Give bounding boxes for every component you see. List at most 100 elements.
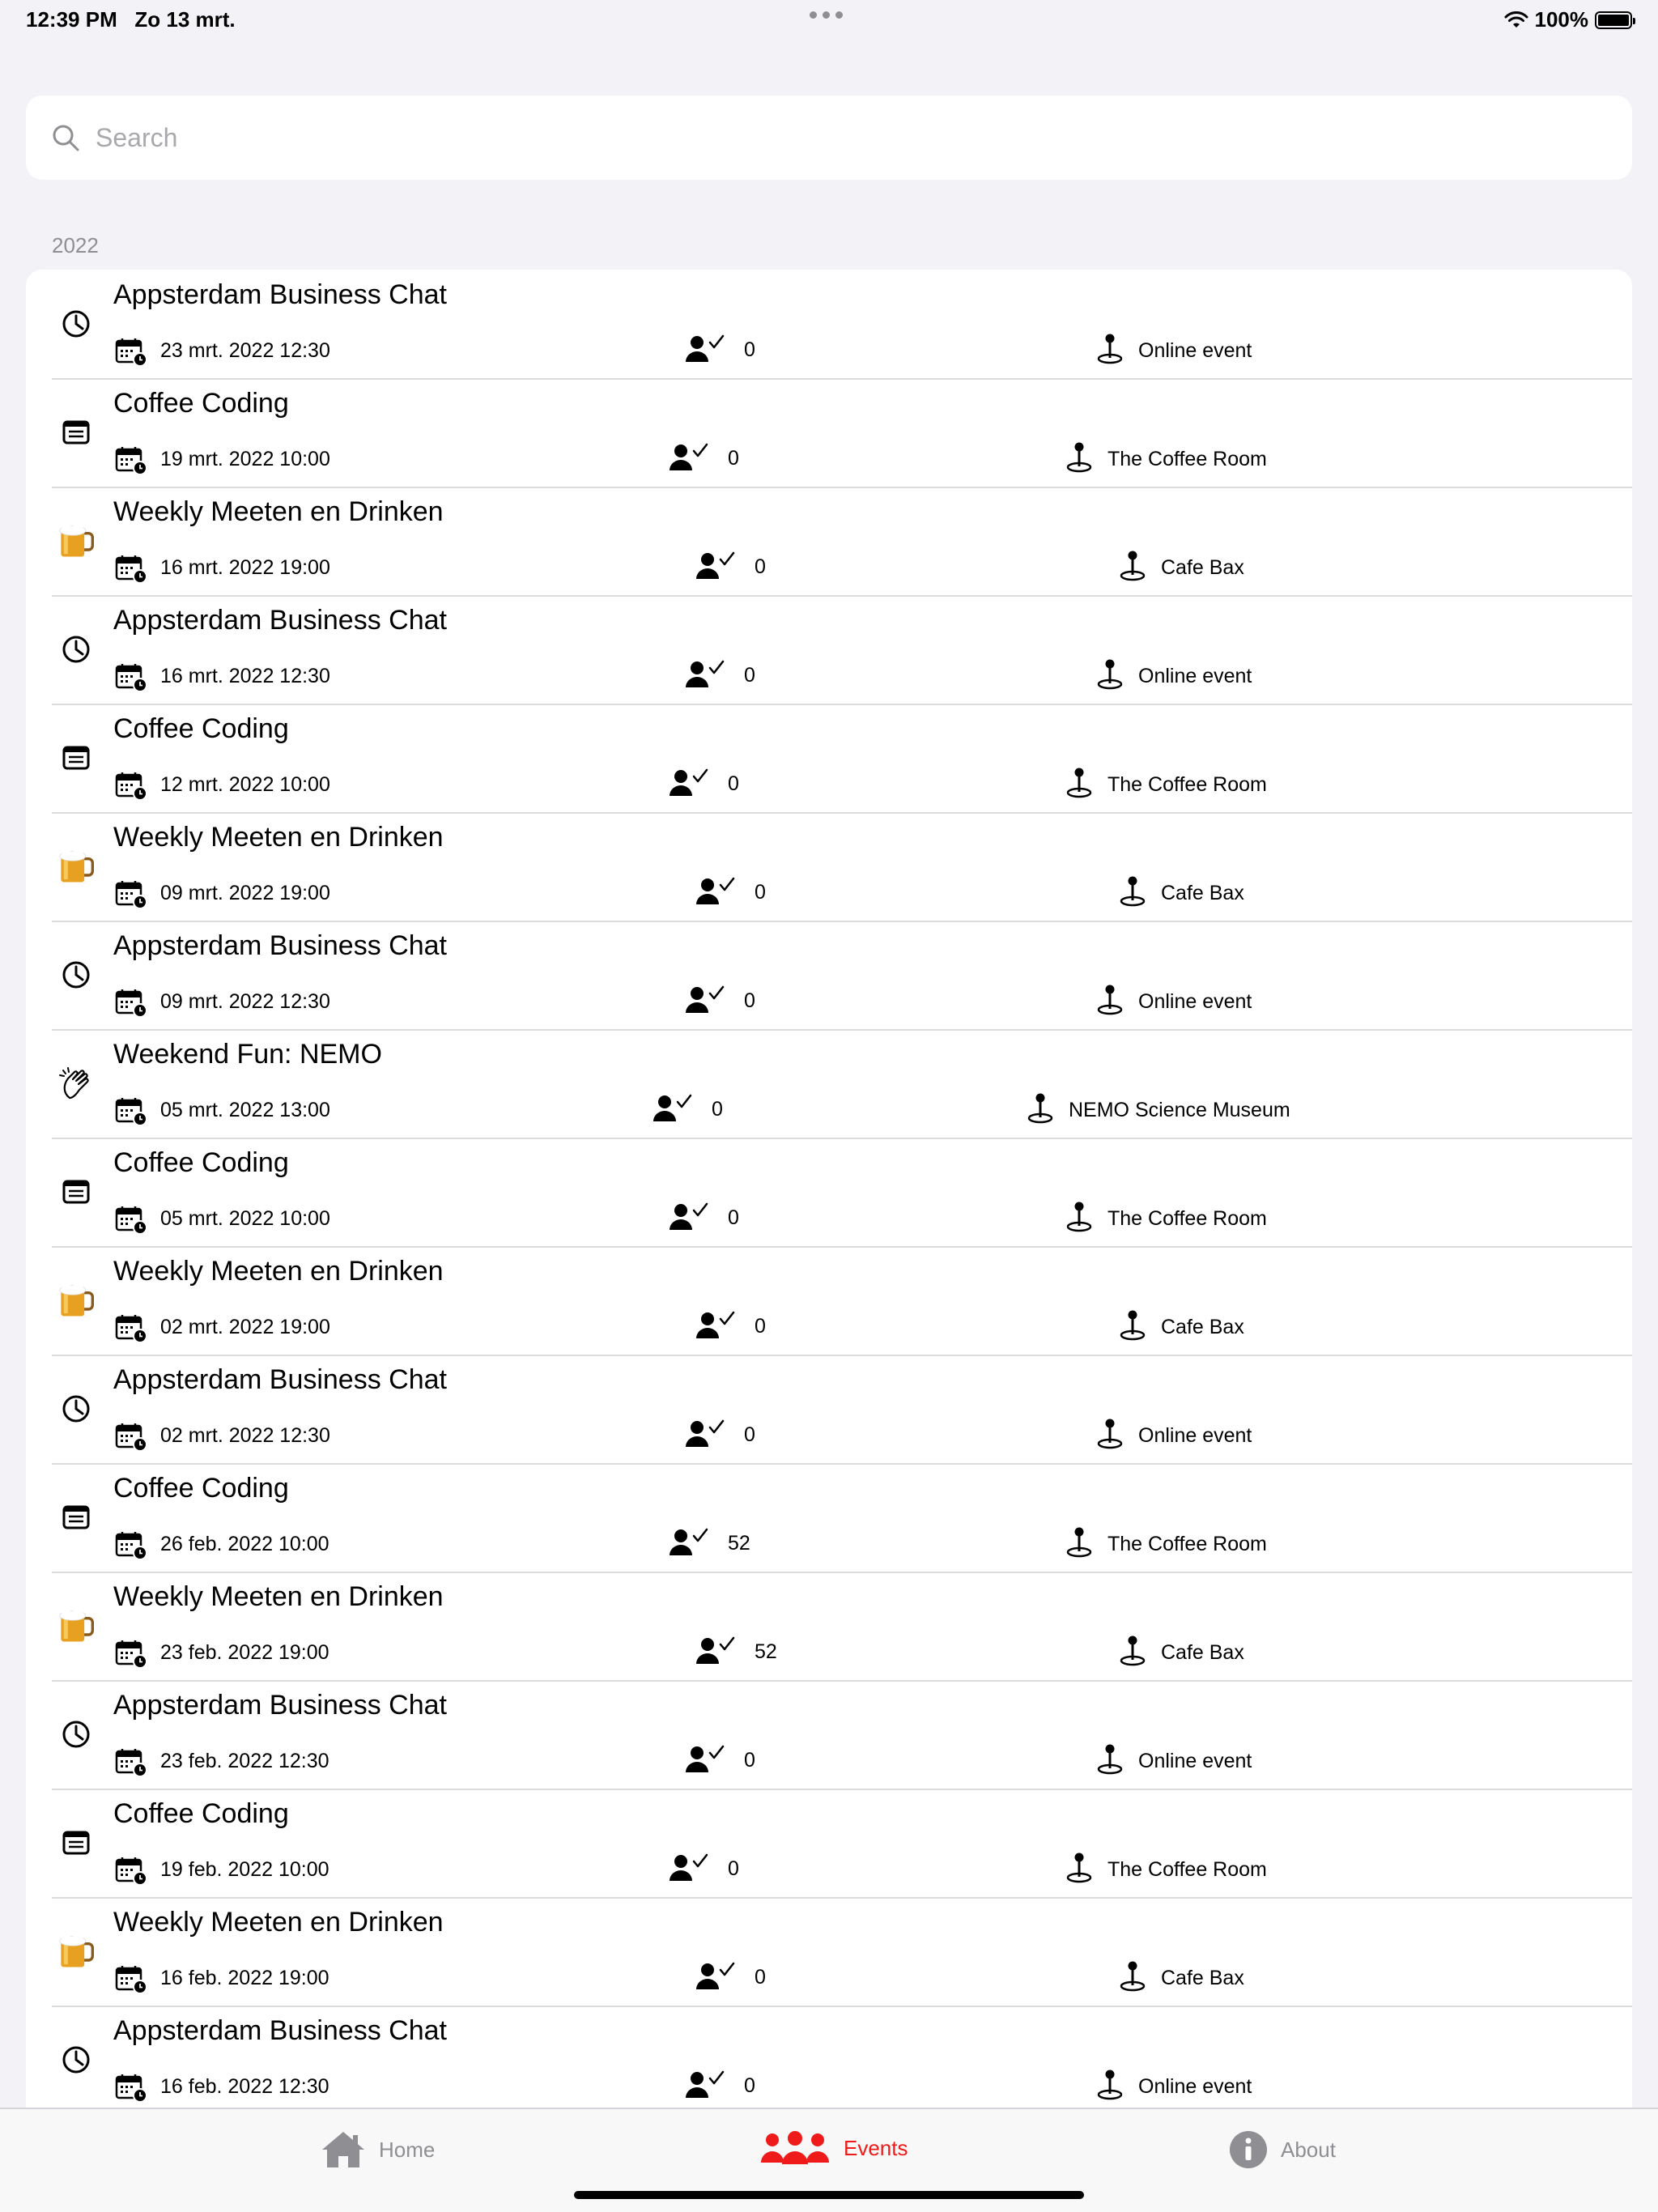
event-row[interactable]: Coffee Coding 12 mrt. 2022 10:00 0 The Coff… (26, 704, 1632, 812)
map-pin-icon (1065, 767, 1093, 803)
event-row[interactable]: Coffee Coding 19 mrt. 2022 10:00 0 The Coff… (26, 378, 1632, 487)
location-name: Online event (1138, 990, 1252, 1013)
clock-icon (58, 1716, 94, 1752)
event-title: Coffee Coding (113, 713, 289, 744)
event-row[interactable]: Weekly Meeten en Drinken 16 feb. 2022 19:… (26, 1897, 1632, 2006)
person-check-icon (653, 1094, 692, 1125)
map-pin-icon (1096, 1743, 1124, 1780)
attendees: 0 (696, 551, 766, 583)
attendees: 0 (686, 1745, 755, 1776)
event-date: 02 mrt. 2022 19:00 (160, 1316, 330, 1338)
map-pin-icon (1065, 1201, 1093, 1237)
location: The Coffee Room (1065, 767, 1267, 803)
search-input[interactable] (94, 121, 1554, 154)
event-row[interactable]: Weekly Meeten en Drinken 02 mrt. 2022 19:… (26, 1246, 1632, 1355)
map-pin-icon (1119, 1635, 1146, 1671)
map-pin-icon (1096, 984, 1124, 1020)
attendees: 52 (696, 1636, 777, 1668)
person-check-icon (686, 1419, 725, 1451)
person-check-icon (670, 443, 708, 474)
event-row[interactable]: Weekly Meeten en Drinken 16 mrt. 2022 19:… (26, 487, 1632, 595)
info-icon (1230, 2131, 1267, 2168)
tab-about-label: About (1281, 2137, 1336, 2162)
attendees: 0 (686, 2070, 755, 2102)
person-check-icon (686, 334, 725, 366)
event-date: 19 feb. 2022 10:00 (160, 1858, 329, 1881)
person-check-icon (670, 1528, 708, 1559)
battery-percentage: 100% (1534, 7, 1589, 32)
event-row[interactable]: Weekend Fun: NEMO 05 mrt. 2022 13:00 0 NEMO… (26, 1029, 1632, 1138)
search-bar[interactable] (26, 96, 1632, 180)
event-title: Coffee Coding (113, 1473, 289, 1504)
person-check-icon (696, 1311, 735, 1342)
attendees: 0 (686, 985, 755, 1017)
event-row[interactable]: Weekly Meeten en Drinken 23 feb. 2022 19:… (26, 1572, 1632, 1680)
event-date: 16 feb. 2022 19:00 (160, 1967, 329, 1989)
event-row[interactable]: Appsterdam Business Chat 02 mrt. 2022 12:… (26, 1355, 1632, 1463)
event-title: Appsterdam Business Chat (113, 930, 447, 961)
map-pin-icon (1096, 2069, 1124, 2105)
event-row[interactable]: Appsterdam Business Chat 09 mrt. 2022 12:… (26, 921, 1632, 1029)
location-name: Cafe Bax (1161, 1316, 1244, 1338)
calendar-clock-icon (115, 2074, 147, 2103)
tab-home[interactable]: Home (321, 2130, 435, 2169)
tab-events-label: Events (844, 2135, 908, 2160)
person-check-icon (670, 1853, 708, 1885)
calendar-clock-icon (115, 1857, 147, 1886)
attendee-count: 0 (744, 664, 755, 687)
location: Cafe Bax (1119, 1309, 1244, 1346)
event-row[interactable]: Appsterdam Business Chat 16 mrt. 2022 12:… (26, 595, 1632, 704)
clapping-hands-icon (58, 1066, 94, 1101)
event-date: 09 mrt. 2022 19:00 (160, 882, 330, 904)
location: The Coffee Room (1065, 1526, 1267, 1563)
event-date: 19 mrt. 2022 10:00 (160, 448, 330, 470)
event-date: 02 mrt. 2022 12:30 (160, 1424, 330, 1447)
status-indicators: 100% (1504, 7, 1635, 32)
attendee-count: 0 (744, 1749, 755, 1772)
event-row[interactable]: Coffee Coding 19 feb. 2022 10:00 0 The Coff… (26, 1789, 1632, 1897)
battery-icon (1595, 11, 1635, 29)
event-row[interactable]: Coffee Coding 05 mrt. 2022 10:00 0 The Coff… (26, 1138, 1632, 1246)
map-pin-icon (1096, 1418, 1124, 1454)
attendee-count: 0 (712, 1098, 723, 1121)
location: Online event (1096, 333, 1252, 369)
event-date: 05 mrt. 2022 13:00 (160, 1099, 330, 1121)
person-check-icon (686, 1745, 725, 1776)
location-name: The Coffee Room (1107, 1858, 1267, 1881)
calendar-clock-icon (115, 338, 147, 367)
event-title: Weekend Fun: NEMO (113, 1039, 382, 1070)
attendees: 0 (696, 1962, 766, 1993)
attendees: 0 (696, 1311, 766, 1342)
person-check-icon (686, 2070, 725, 2102)
tab-events[interactable]: Events (759, 2130, 908, 2166)
status-date: Zo 13 mrt. (134, 7, 236, 32)
multitasking-dots[interactable] (810, 11, 843, 19)
attendees: 0 (670, 1202, 739, 1234)
event-row[interactable]: Appsterdam Business Chat 16 feb. 2022 12:… (26, 2006, 1632, 2108)
person-check-icon (686, 660, 725, 691)
attendee-count: 0 (728, 1857, 739, 1880)
attendee-count: 0 (744, 338, 755, 361)
event-row[interactable]: Coffee Coding 26 feb. 2022 10:00 52 The Cof… (26, 1463, 1632, 1572)
event-row[interactable]: Appsterdam Business Chat 23 feb. 2022 12:… (26, 1680, 1632, 1789)
beer-mug-icon (58, 1933, 94, 1969)
tab-about[interactable]: About (1229, 2130, 1336, 2169)
attendee-count: 52 (728, 1532, 750, 1555)
event-date: 12 mrt. 2022 10:00 (160, 773, 330, 796)
event-row[interactable]: Appsterdam Business Chat 23 mrt. 2022 12:… (26, 270, 1632, 378)
location-name: Online event (1138, 1424, 1252, 1447)
map-pin-icon (1119, 875, 1146, 912)
location-name: Cafe Bax (1161, 556, 1244, 579)
location: Online event (1096, 984, 1252, 1020)
event-date: 16 feb. 2022 12:30 (160, 2075, 329, 2098)
location: Cafe Bax (1119, 550, 1244, 586)
location-name: The Coffee Room (1107, 448, 1267, 470)
event-row[interactable]: Weekly Meeten en Drinken 09 mrt. 2022 19:… (26, 812, 1632, 921)
event-date: 16 mrt. 2022 12:30 (160, 665, 330, 687)
home-indicator[interactable] (574, 2191, 1084, 2199)
attendee-count: 0 (744, 1423, 755, 1446)
calendar-clock-icon (115, 1423, 147, 1452)
location: The Coffee Room (1065, 441, 1267, 478)
beer-mug-icon (58, 1608, 94, 1644)
clock-time: 12:39 PM (26, 7, 117, 32)
